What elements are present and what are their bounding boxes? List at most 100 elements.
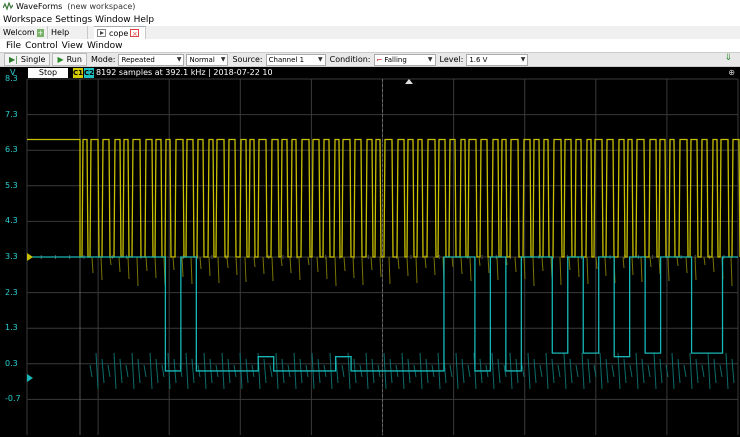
channel-2-ringing: [635, 352, 639, 389]
channel-2-ringing: [569, 358, 573, 383]
download-arrow-icon[interactable]: ⇓: [724, 53, 732, 63]
tab-scope[interactable]: cope ×: [94, 26, 146, 39]
channel-2-ringing: [605, 358, 609, 383]
channel-2-ringing: [533, 358, 537, 383]
channel-1-ringing: [262, 256, 265, 275]
zoom-icon[interactable]: ⊕: [728, 68, 735, 77]
channel-1-tag[interactable]: C1: [73, 68, 83, 78]
tab-welcome-label: Welcom: [3, 28, 35, 37]
channel-2-ringing: [347, 352, 351, 389]
menu-view[interactable]: View: [62, 41, 83, 51]
channel-1-ringing: [226, 256, 229, 269]
tab-welcome[interactable]: Welcom +: [0, 26, 48, 39]
channel-2-ringing: [89, 364, 93, 378]
channel-1-ringing: [568, 256, 571, 271]
channel-2-ringing: [701, 364, 705, 378]
menu-help[interactable]: Help: [134, 15, 155, 25]
menu-file[interactable]: File: [6, 41, 21, 51]
channel-1-ringing: [388, 256, 391, 285]
mode-label: Mode:: [90, 55, 116, 64]
channel-1-ringing: [217, 256, 220, 284]
menu-settings[interactable]: Settings: [55, 15, 92, 25]
plus-icon[interactable]: +: [36, 28, 44, 37]
channel-2-ringing: [155, 358, 159, 383]
source-select[interactable]: Channel 1 ▼: [265, 53, 326, 66]
channel-1-ringing: [496, 256, 499, 281]
condition-select[interactable]: ⌐ Falling ▼: [373, 53, 436, 66]
mode-select[interactable]: Repeated ▼: [118, 53, 185, 66]
channel-1-ringing: [478, 256, 481, 267]
channel-1-ringing: [379, 256, 382, 278]
trigger-position-marker: [405, 79, 413, 84]
y-tick-label: 2.3: [5, 287, 18, 297]
channel-1-ringing: [694, 256, 697, 281]
channel-1-ringing: [118, 256, 121, 273]
channel-1-ringing: [487, 256, 490, 274]
single-button[interactable]: ▶| Single: [4, 53, 51, 66]
channel-2-ringing: [143, 364, 147, 378]
channel-2-ringing: [341, 364, 345, 378]
channel-1-ringing: [100, 256, 103, 281]
channel-1-ringing: [559, 256, 562, 286]
waveforms-logo-icon: [3, 2, 13, 11]
run-icon: ▶: [57, 55, 64, 64]
channel-2-tag[interactable]: C2: [84, 68, 94, 78]
close-icon[interactable]: ×: [130, 29, 140, 38]
channel-1-ringing: [415, 256, 418, 284]
channel-1-ringing: [109, 256, 112, 266]
channel-1-ringing: [298, 256, 301, 281]
channel-1-ringing: [235, 256, 238, 276]
channel-2-ringing: [101, 358, 105, 383]
channel-1-ringing: [154, 256, 157, 279]
scope-toolbar: ▶| Single ▶ Run Mode: Repeated ▼ Normal …: [0, 52, 740, 67]
title-bar: WaveForms (new workspace): [0, 0, 740, 13]
y-tick-label: 1.3: [5, 323, 18, 333]
chevron-down-icon: ▼: [220, 56, 226, 63]
menu-control[interactable]: Control: [25, 41, 58, 51]
main-menu-bar: Workspace Settings Window Help: [0, 13, 740, 26]
channel-1-ringing: [145, 256, 148, 272]
tab-bar: Welcom + Help cope ×: [0, 26, 740, 39]
channel-2-offset-marker: [27, 374, 33, 383]
channel-1-ringing: [406, 256, 409, 277]
channel-1-ringing: [469, 256, 472, 282]
channel-2-ringing: [581, 352, 585, 389]
channel-2-ringing: [677, 358, 681, 383]
stop-button[interactable]: Stop: [28, 68, 68, 78]
chevron-down-icon: ▼: [176, 56, 182, 63]
channel-2-ringing: [725, 352, 729, 389]
channel-2-ringing: [125, 364, 129, 378]
channel-2-ringing: [617, 352, 621, 389]
scope-plot[interactable]: [0, 67, 740, 437]
channel-1-ringing: [244, 256, 247, 283]
channel-1-ringing: [712, 256, 715, 273]
channel-2-ringing: [539, 364, 543, 378]
menu-window-instrument[interactable]: Window: [87, 41, 123, 51]
acquisition-info: 8192 samples at 392.1 kHz | 2018-07-22 1…: [96, 68, 273, 77]
channel-2-ringing: [521, 364, 525, 378]
trigger-type-select[interactable]: Normal ▼: [186, 53, 229, 66]
channel-1-ringing: [136, 256, 139, 287]
single-step-icon: ▶|: [9, 55, 18, 64]
scope-plot-area[interactable]: V Stop C1 C2 8192 samples at 392.1 kHz |…: [0, 67, 740, 437]
y-tick-label: 5.3: [5, 180, 18, 190]
channel-1-ringing: [541, 256, 544, 272]
tab-help[interactable]: Help: [48, 26, 88, 39]
run-button[interactable]: ▶ Run: [52, 53, 87, 66]
channel-1-ringing: [190, 256, 193, 285]
channel-2-ringing: [161, 364, 165, 378]
menu-workspace[interactable]: Workspace: [3, 15, 52, 25]
instrument-menu-bar: File Control View Window: [0, 39, 740, 52]
level-input[interactable]: 1.6 V ▼: [466, 53, 529, 66]
channel-1-ringing: [289, 256, 292, 274]
y-tick-label: -0.7: [5, 394, 21, 404]
channel-2-ringing: [659, 358, 663, 383]
channel-2-ringing: [563, 352, 567, 389]
channel-2-ringing: [149, 352, 153, 389]
channel-2-ringing: [707, 352, 711, 389]
channel-1-ringing: [280, 256, 283, 267]
channel-1-ringing: [172, 256, 175, 271]
menu-window[interactable]: Window: [95, 15, 131, 25]
tab-help-label: Help: [51, 28, 70, 37]
run-button-label: Run: [66, 55, 82, 64]
